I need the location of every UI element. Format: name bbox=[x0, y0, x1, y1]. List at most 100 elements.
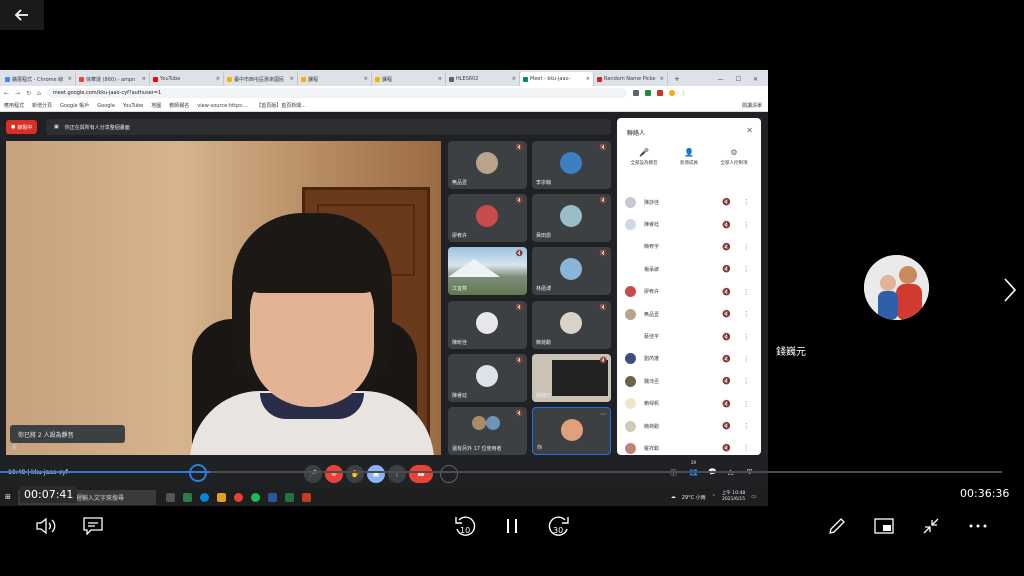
present-button[interactable]: ▣ bbox=[367, 465, 385, 483]
info-icon[interactable]: ⓘ bbox=[670, 468, 677, 478]
participant-tile[interactable]: 🔇 陳睿廷 bbox=[448, 353, 527, 402]
exit-fullscreen-button[interactable] bbox=[920, 512, 942, 540]
list-item[interactable]: 簡荷勳 🔇 ⋮ bbox=[617, 415, 761, 437]
raise-hand-button[interactable]: ✋ bbox=[346, 465, 364, 483]
tab-close-icon[interactable]: × bbox=[438, 76, 442, 82]
tab-close-icon[interactable]: × bbox=[512, 76, 516, 82]
participant-tile[interactable]: 🔇 李宗翰 bbox=[532, 141, 611, 189]
participant-tile[interactable]: 🔇 廖宥卉 bbox=[448, 194, 527, 243]
mic-muted-icon[interactable]: 🔇 bbox=[722, 333, 731, 341]
more-icon[interactable]: ⋮ bbox=[743, 243, 750, 251]
list-item[interactable]: 羅祥勳 🔇 ⋮ bbox=[617, 437, 761, 455]
notification-icon[interactable]: ▭ bbox=[751, 494, 756, 500]
menu-dots-icon[interactable]: ⋮ bbox=[681, 90, 687, 97]
more-icon[interactable]: ⋮ bbox=[743, 422, 750, 430]
participant-tile[interactable]: 🔇 無品壹 bbox=[448, 141, 527, 189]
participant-tile[interactable]: 🔇 簡荷勳 bbox=[532, 300, 611, 349]
mic-muted-icon[interactable]: 🔇 bbox=[722, 265, 731, 273]
participant-tile[interactable]: 🔇 林函溥 bbox=[532, 247, 611, 296]
edge-icon[interactable] bbox=[200, 492, 209, 502]
extension-icon[interactable] bbox=[644, 90, 651, 96]
list-item[interactable]: 陳睿廷 🔇 ⋮ bbox=[617, 213, 761, 235]
pause-button[interactable] bbox=[502, 512, 522, 540]
list-item[interactable]: 廖宥卉 🔇 ⋮ bbox=[617, 281, 761, 303]
list-item[interactable]: 蔡佳宇 🔇 ⋮ bbox=[617, 325, 761, 347]
mini-view-button[interactable] bbox=[873, 512, 895, 540]
volume-button[interactable] bbox=[34, 512, 58, 540]
mic-muted-icon[interactable]: 🔇 bbox=[722, 221, 731, 229]
more-icon[interactable]: ⋮ bbox=[743, 377, 750, 385]
progress-track[interactable] bbox=[0, 471, 1002, 473]
bookmark-link[interactable]: 應用程式 bbox=[4, 102, 24, 109]
close-window-icon[interactable]: ✕ bbox=[753, 76, 758, 83]
participant-tile[interactable]: ⋯ 你 bbox=[532, 407, 611, 455]
panel-action-button[interactable]: ⚙ 全部人控制項 bbox=[713, 148, 755, 166]
more-icon[interactable]: ⋮ bbox=[743, 400, 750, 408]
profile-avatar-icon[interactable] bbox=[668, 90, 675, 96]
maximize-icon[interactable]: ☐ bbox=[736, 76, 741, 83]
tab-close-icon[interactable]: × bbox=[142, 76, 146, 82]
bookmark-link[interactable]: 教師報名 bbox=[169, 102, 189, 109]
more-icon[interactable]: ⋮ bbox=[743, 444, 750, 452]
bookmark-link[interactable]: 新增分頁 bbox=[32, 102, 52, 109]
list-item[interactable]: 無品壹 🔇 ⋮ bbox=[617, 303, 761, 325]
tab-close-icon[interactable]: × bbox=[660, 76, 664, 82]
participant-tile[interactable]: 🔇 錢巍元 bbox=[532, 353, 611, 402]
skip-forward-button[interactable]: 30 bbox=[546, 512, 572, 540]
list-item[interactable]: 賴崢帆 🔇 ⋮ bbox=[617, 393, 761, 415]
excel-icon[interactable] bbox=[285, 492, 294, 502]
panel-action-button[interactable]: 👤 新增成員 bbox=[668, 148, 710, 166]
line-icon[interactable] bbox=[251, 492, 260, 502]
reload-icon[interactable]: ↻ bbox=[26, 90, 31, 97]
participant-tile[interactable]: 🔇 陳昕佳 bbox=[448, 300, 527, 349]
end-call-button[interactable]: ☎ bbox=[409, 465, 433, 483]
more-options-button[interactable] bbox=[966, 512, 990, 540]
reading-list-link[interactable]: 閱讀清單 bbox=[742, 102, 768, 109]
new-tab-button[interactable]: + bbox=[668, 72, 686, 86]
edit-button[interactable] bbox=[826, 512, 848, 540]
panel-action-button[interactable]: 🎤 全部設為靜音 bbox=[623, 148, 665, 166]
task-view-icon[interactable] bbox=[166, 492, 175, 502]
participant-tile[interactable]: 🔇 還有另外 17 位使用者 bbox=[448, 407, 527, 455]
chrome-icon[interactable] bbox=[234, 492, 243, 502]
more-icon[interactable]: ⋮ bbox=[743, 288, 750, 296]
forward-nav-icon[interactable]: → bbox=[15, 90, 20, 97]
mic-button[interactable]: 🎤 bbox=[304, 465, 322, 483]
browser-tab[interactable]: 課程 × bbox=[372, 72, 446, 86]
more-icon[interactable]: ⋮ bbox=[743, 310, 750, 318]
mic-muted-icon[interactable]: 🔇 bbox=[722, 444, 731, 452]
progress-thumb[interactable] bbox=[189, 464, 207, 482]
browser-tab[interactable]: 徐華運 (860) - ampn × bbox=[76, 72, 150, 86]
captions-button[interactable] bbox=[82, 512, 104, 540]
back-button[interactable] bbox=[0, 0, 44, 30]
list-item[interactable]: 楊承諺 🔇 ⋮ bbox=[617, 258, 761, 280]
more-icon[interactable]: ⋮ bbox=[743, 333, 750, 341]
browser-tab[interactable]: Random Name Picke × bbox=[594, 72, 668, 86]
bookmark-link[interactable]: Google 帳戶 bbox=[60, 102, 89, 109]
camera-button[interactable]: ⊘ bbox=[325, 465, 343, 483]
close-icon[interactable]: ✕ bbox=[746, 126, 753, 135]
mic-muted-icon[interactable]: 🔇 bbox=[722, 243, 731, 251]
extension-icon[interactable] bbox=[656, 90, 663, 96]
participant-tile[interactable]: 🔇 黃田恩 bbox=[532, 194, 611, 243]
back-nav-icon[interactable]: ← bbox=[4, 90, 9, 97]
mic-muted-icon[interactable]: 🔇 bbox=[722, 422, 731, 430]
more-icon[interactable]: ⋮ bbox=[743, 221, 750, 229]
browser-tab[interactable]: HLES602 × bbox=[446, 72, 520, 86]
bookmark-link[interactable]: 【首頁版】首頁新聞... bbox=[256, 102, 306, 109]
browser-tab[interactable]: 擴展程式 - Chrome 線 × bbox=[2, 72, 76, 86]
bookmark-link[interactable]: view-source:https:... bbox=[197, 103, 248, 109]
mic-muted-icon[interactable]: 🔇 bbox=[722, 198, 731, 206]
word-icon[interactable] bbox=[268, 492, 277, 502]
list-item[interactable]: 魏沛丞 🔇 ⋮ bbox=[617, 370, 761, 392]
minimize-icon[interactable]: — bbox=[718, 76, 724, 83]
list-item[interactable]: 劉芮蓬 🔇 ⋮ bbox=[617, 348, 761, 370]
browser-tab[interactable]: 臺中市西屯區惠來國民 × bbox=[224, 72, 298, 86]
browser-tab[interactable]: Meet - kku-jaao- × bbox=[520, 72, 594, 86]
next-arrow-button[interactable] bbox=[996, 272, 1024, 308]
browser-tab[interactable]: 課程 × bbox=[298, 72, 372, 86]
tab-close-icon[interactable]: × bbox=[216, 76, 220, 82]
tab-close-icon[interactable]: × bbox=[68, 76, 72, 82]
explorer-icon[interactable] bbox=[183, 492, 192, 502]
list-item[interactable]: 陳詩佳 🔇 ⋮ bbox=[617, 191, 761, 213]
